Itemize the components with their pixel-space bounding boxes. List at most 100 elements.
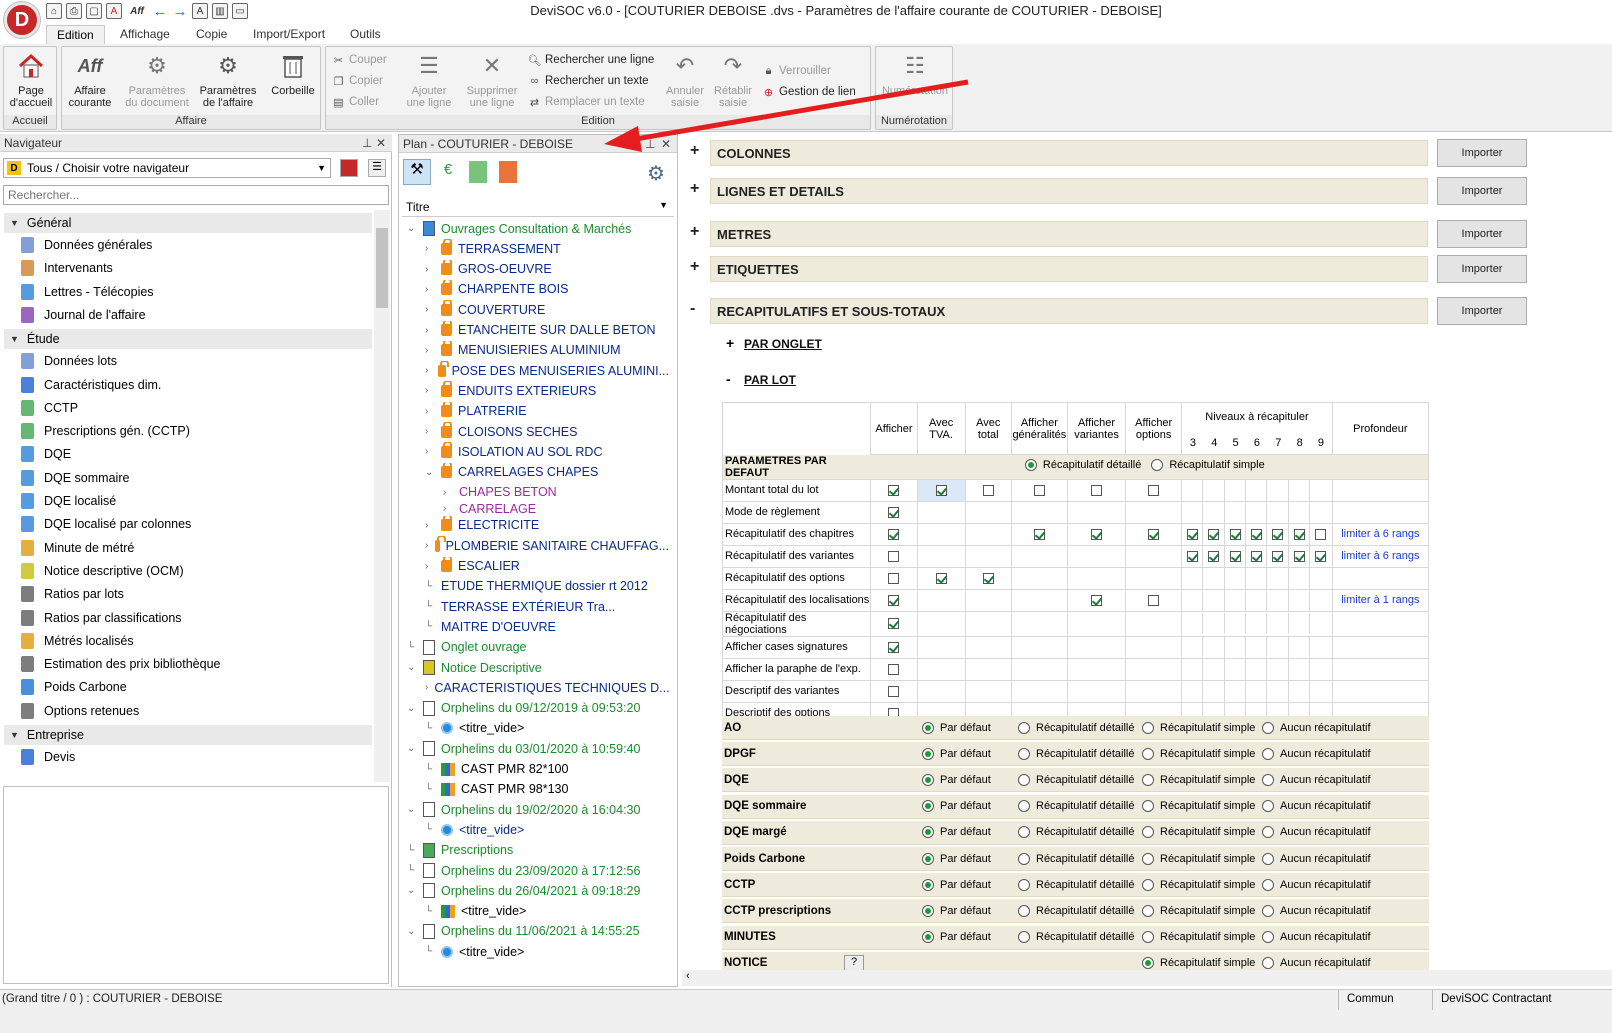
nav-item[interactable]: Lettres - Télécopies <box>18 281 154 303</box>
recap-option[interactable]: Par défaut <box>922 800 991 813</box>
plan-tree-row[interactable]: └ CAST PMR 82*100 <box>425 760 669 779</box>
add-line-button[interactable]: ☰ Ajouter une ligne <box>398 51 460 110</box>
grid-cell[interactable] <box>870 657 918 681</box>
nav-item[interactable]: DQE sommaire <box>18 467 129 489</box>
radio-button[interactable] <box>1142 957 1154 970</box>
radio-button[interactable] <box>922 931 934 944</box>
checkbox[interactable] <box>1091 484 1103 496</box>
chevron-down-icon[interactable]: ⌄ <box>407 223 417 234</box>
nav-item[interactable]: Estimation des prix bibliothèque <box>18 653 221 675</box>
radio-button[interactable] <box>1018 878 1030 891</box>
checkbox[interactable] <box>982 484 994 496</box>
grid-cell[interactable] <box>1125 588 1183 612</box>
plan-view-doc-icon[interactable] <box>469 161 487 183</box>
grid-cell[interactable] <box>1125 478 1183 502</box>
grid-cell[interactable] <box>870 566 918 590</box>
plan-tree-row[interactable]: › ISOLATION AU SOL RDC <box>425 442 669 461</box>
radio-button[interactable] <box>1262 904 1274 917</box>
nav-item[interactable]: Intervenants <box>18 257 113 279</box>
forward-icon[interactable]: → <box>172 3 188 20</box>
expand-triangle-icon[interactable]: ▼ <box>10 334 19 344</box>
trash-button[interactable]: Corbeille <box>268 51 318 97</box>
close-icon[interactable]: ✕ <box>376 136 386 150</box>
chevron-down-icon[interactable]: ⌄ <box>407 885 417 896</box>
checkbox[interactable] <box>1186 550 1198 562</box>
plan-tree-row[interactable]: └ <titre_vide> <box>425 902 669 921</box>
chevron-right-icon[interactable]: › <box>425 561 435 572</box>
recap-option[interactable]: Aucun récapitulatif <box>1262 800 1371 813</box>
grid-cell[interactable] <box>1010 478 1068 502</box>
a-icon[interactable]: A <box>192 3 208 19</box>
checkbox[interactable] <box>1293 550 1305 562</box>
subsection-1[interactable]: PAR LOT <box>744 373 796 387</box>
radio-button[interactable] <box>922 878 934 891</box>
plan-tree-row[interactable]: ⌄ Notice Descriptive <box>407 658 669 677</box>
plan-tree-row[interactable]: └ <titre_vide> <box>425 719 669 738</box>
plan-tree-row[interactable]: ⌄ Orphelins du 09/12/2019 à 09:53:20 <box>407 699 669 718</box>
section-4[interactable]: RECAPITULATIFS ET SOUS-TOTAUX <box>710 298 1428 324</box>
recap-option[interactable]: Récapitulatif détaillé <box>1018 826 1134 839</box>
plan-tree-row[interactable]: › CHARPENTE BOIS <box>425 279 669 299</box>
nav-item[interactable]: Ratios par lots <box>18 583 124 605</box>
radio-button[interactable] <box>1142 773 1154 786</box>
document-params-button[interactable]: ⚙ Paramètres du document <box>120 51 194 110</box>
recap-option[interactable]: Par défaut <box>922 878 991 891</box>
profondeur-cell[interactable]: limiter à 6 rangs <box>1331 522 1430 546</box>
grid-cell[interactable] <box>1066 478 1127 502</box>
grid-cell[interactable] <box>1010 522 1068 546</box>
grid-cell[interactable] <box>1125 522 1183 546</box>
recap-option[interactable]: Aucun récapitulatif <box>1262 852 1371 865</box>
checkbox[interactable] <box>1033 484 1045 496</box>
checkbox[interactable] <box>888 550 900 562</box>
radio-button[interactable] <box>1142 904 1154 917</box>
radio-button[interactable] <box>922 747 934 760</box>
nav-item[interactable]: Caractéristiques dim. <box>18 374 161 396</box>
recap-option[interactable]: Aucun récapitulatif <box>1262 931 1371 944</box>
nav-item[interactable]: DQE localisé <box>18 490 116 512</box>
plan-tree-row[interactable]: › ESCALIER <box>425 556 669 576</box>
radio-button[interactable] <box>922 773 934 786</box>
nav-item[interactable]: Ratios par classifications <box>18 607 182 629</box>
home-icon[interactable]: ⌂ <box>46 3 62 19</box>
checkbox[interactable] <box>1091 528 1103 540</box>
import-button[interactable]: Importer <box>1437 139 1527 167</box>
plan-tree-row[interactable]: └ CAST PMR 98*130 <box>425 780 669 799</box>
import-button[interactable]: Importer <box>1437 297 1527 325</box>
plan-tree-row[interactable]: › ENDUITS EXTERIEURS <box>425 381 669 400</box>
radio-button[interactable] <box>1018 721 1030 734</box>
plan-tree-row[interactable]: › MENUISIERIES ALUMINIUM <box>425 340 669 360</box>
checkbox[interactable] <box>888 572 900 584</box>
nav-item[interactable]: Métrés localisés <box>18 630 134 652</box>
nav-item[interactable]: Données générales <box>18 234 152 256</box>
subsection-0[interactable]: PAR ONGLET <box>744 337 822 351</box>
plan-view-ouvrages-button[interactable]: ⚒ <box>403 159 431 185</box>
import-button[interactable]: Importer <box>1437 177 1527 205</box>
chevron-down-icon[interactable]: ⌄ <box>407 703 417 714</box>
plan-view-person-icon[interactable] <box>499 161 517 183</box>
plan-column-header[interactable]: Titre ▼ <box>402 197 674 217</box>
recap-option[interactable]: Par défaut <box>922 852 991 865</box>
checkbox[interactable] <box>888 528 900 540</box>
grid-cell[interactable] <box>870 588 918 612</box>
recap-option[interactable]: Aucun récapitulatif <box>1262 878 1371 891</box>
back-icon[interactable]: ← <box>152 3 168 20</box>
recap-option[interactable]: Récapitulatif simple <box>1142 800 1255 813</box>
nav-item[interactable]: Options retenues <box>18 700 139 722</box>
expand-plus-icon[interactable]: + <box>690 223 699 241</box>
section-1[interactable]: LIGNES ET DETAILS <box>710 178 1428 204</box>
grid-cell[interactable] <box>870 635 918 659</box>
plan-tree-row[interactable]: › POSE DES MENUISERIES ALUMINI... <box>425 361 669 380</box>
recap-option[interactable]: Récapitulatif simple <box>1142 852 1255 865</box>
radio-button[interactable] <box>1262 878 1274 891</box>
radio-button[interactable] <box>1151 459 1164 472</box>
nav-item[interactable]: Poids Carbone <box>18 676 127 698</box>
recap-option[interactable]: Par défaut <box>922 931 991 944</box>
recap-option[interactable]: Par défaut <box>922 826 991 839</box>
collapse-minus-icon[interactable]: - <box>690 300 695 318</box>
navigator-scrollbar[interactable] <box>374 210 390 782</box>
radio-button[interactable] <box>1262 800 1274 813</box>
nav-group-2[interactable]: ▼ Entreprise <box>4 725 372 745</box>
checkbox[interactable] <box>1033 528 1045 540</box>
radio-button[interactable] <box>1262 852 1274 865</box>
print-icon[interactable]: ⎙ <box>66 3 82 19</box>
